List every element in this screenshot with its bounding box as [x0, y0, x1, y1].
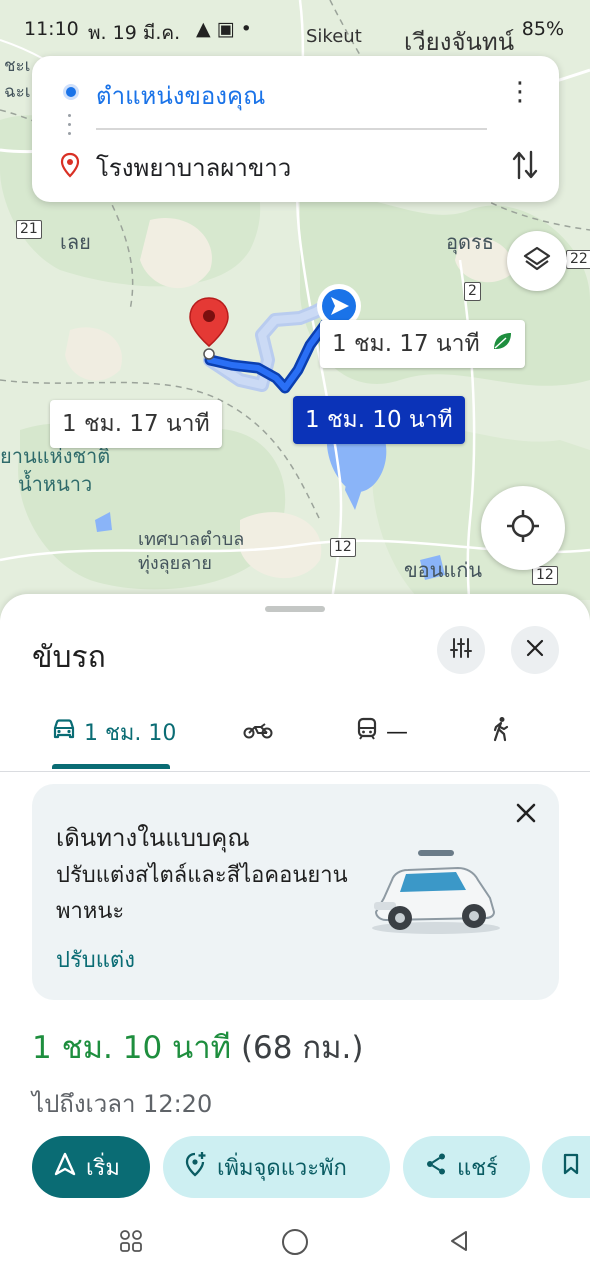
- start-button[interactable]: เริ่ม: [32, 1136, 150, 1198]
- share-button[interactable]: แชร์: [403, 1136, 530, 1198]
- bookmark-icon: [562, 1153, 580, 1181]
- map-label: เลย: [60, 230, 91, 254]
- layers-icon: [522, 244, 552, 278]
- route-chip-alt-label: 1 ชม. 17 นาที: [62, 411, 210, 437]
- vehicle-illustration-icon: [366, 842, 506, 942]
- recent-apps-icon[interactable]: [118, 1228, 144, 1258]
- sheet-title: ขับรถ: [32, 640, 106, 675]
- road-badge: 22: [566, 250, 590, 269]
- origin-field[interactable]: ตำแหน่งของคุณ: [96, 76, 265, 115]
- back-icon[interactable]: [448, 1228, 472, 1258]
- map-label: อุดรธ: [446, 230, 494, 254]
- my-location-button[interactable]: [481, 486, 565, 570]
- destination-pin-icon[interactable]: [188, 296, 230, 364]
- sheet-drag-handle[interactable]: [265, 606, 325, 612]
- destination-field[interactable]: โรงพยาบาลผาขาว: [96, 148, 291, 187]
- vehicle-customize-promo: เดินทางในแบบคุณ ปรับแต่งสไตล์และสีไอคอนย…: [32, 784, 559, 1000]
- route-chip-eco-label: 1 ชม. 17 นาที: [332, 331, 480, 357]
- tab-motorcycle[interactable]: [243, 694, 281, 770]
- map-label: น้ำหนาว: [18, 472, 93, 496]
- map-label: ฉะเ: [4, 82, 31, 102]
- dot-status-icon: •: [240, 18, 258, 40]
- map-label: ทุ่งลุยลาย: [138, 553, 212, 574]
- add-stop-button[interactable]: เพิ่มจุดแวะพัก: [163, 1136, 390, 1198]
- add-location-icon: [185, 1151, 207, 1183]
- system-navigation-bar: [0, 1218, 590, 1280]
- action-buttons-row: เริ่ม เพิ่มจุดแวะพัก แชร์: [32, 1136, 590, 1198]
- map-label: ขอนแก่น: [404, 558, 483, 582]
- directions-search-card: ตำแหน่งของคุณ โรงพยาบาลผาขาว ⋮: [32, 56, 559, 202]
- destination-pin-outline-icon: [60, 152, 80, 182]
- swap-directions-icon[interactable]: [511, 148, 539, 186]
- save-button[interactable]: [542, 1136, 590, 1198]
- share-button-label: แชร์: [457, 1155, 498, 1181]
- route-connector-dots: [68, 114, 72, 144]
- navigation-status-icon: ▲: [196, 18, 217, 40]
- navigate-arrow-icon: [54, 1152, 76, 1182]
- tab-walking[interactable]: [490, 694, 520, 770]
- directions-bottom-sheet: ขับรถ 1 ชม. 10 — เดินทางในแบบคุณ ปรับแต่…: [0, 594, 590, 1280]
- tab-transit[interactable]: —: [356, 694, 408, 770]
- road-badge: 12: [330, 538, 356, 557]
- tab-transit-label: —: [386, 719, 408, 745]
- route-duration: 1 ชม. 10 นาที: [32, 1030, 232, 1066]
- status-date: พ. 19 มี.ค.: [88, 22, 181, 44]
- battery-level: 85%: [521, 18, 564, 40]
- status-time: 11:10: [24, 18, 79, 40]
- route-options-button[interactable]: [437, 626, 485, 674]
- field-divider: [96, 128, 487, 130]
- origin-dot-icon: [63, 84, 79, 100]
- road-badge: 2: [464, 282, 481, 301]
- active-tab-indicator: [52, 764, 170, 769]
- promo-close-icon[interactable]: [515, 802, 537, 828]
- walk-icon: [490, 716, 512, 748]
- road-badge: 12: [532, 566, 558, 585]
- car-icon: [52, 718, 76, 746]
- promo-title: เดินทางในแบบคุณ: [56, 824, 250, 852]
- route-summary: 1 ชม. 10 นาที (68 กม.): [32, 1022, 364, 1072]
- tab-driving[interactable]: 1 ชม. 10: [52, 694, 176, 770]
- eco-leaf-icon: [491, 321, 513, 369]
- route-chip-selected-label: 1 ชม. 10 นาที: [305, 407, 453, 433]
- start-button-label: เริ่ม: [86, 1155, 120, 1181]
- layers-button[interactable]: [507, 231, 567, 291]
- home-icon[interactable]: [281, 1228, 309, 1260]
- crosshair-icon: [505, 508, 541, 548]
- route-chip-eco[interactable]: 1 ชม. 17 นาที: [320, 320, 526, 369]
- more-options-icon[interactable]: ⋮: [507, 78, 533, 106]
- promo-customize-link[interactable]: ปรับแต่ง: [56, 942, 135, 977]
- share-icon: [425, 1152, 447, 1182]
- map-label: Sikeut: [306, 26, 362, 47]
- route-chip-selected[interactable]: 1 ชม. 10 นาที: [293, 396, 465, 444]
- tune-icon: [449, 636, 473, 664]
- travel-mode-tabs: 1 ชม. 10 —: [0, 694, 590, 772]
- motorcycle-icon: [243, 718, 273, 746]
- route-distance: (68 กม.): [240, 1030, 364, 1066]
- close-icon: [526, 639, 544, 661]
- map-label: ชะเ: [4, 56, 31, 76]
- road-badge: 21: [16, 220, 42, 239]
- route-chip-alt[interactable]: 1 ชม. 17 นาที: [50, 400, 222, 448]
- arrival-time: ไปถึงเวลา 12:20: [32, 1090, 213, 1118]
- add-stop-label: เพิ่มจุดแวะพัก: [217, 1155, 347, 1181]
- status-icons: ▲▣•: [196, 18, 258, 40]
- promo-body: ปรับแต่งสไตล์และสีไอคอนยานพาหนะ: [56, 863, 348, 924]
- transit-icon: [356, 717, 378, 747]
- image-status-icon: ▣: [216, 18, 241, 40]
- tab-driving-label: 1 ชม. 10: [84, 720, 177, 746]
- close-sheet-button[interactable]: [511, 626, 559, 674]
